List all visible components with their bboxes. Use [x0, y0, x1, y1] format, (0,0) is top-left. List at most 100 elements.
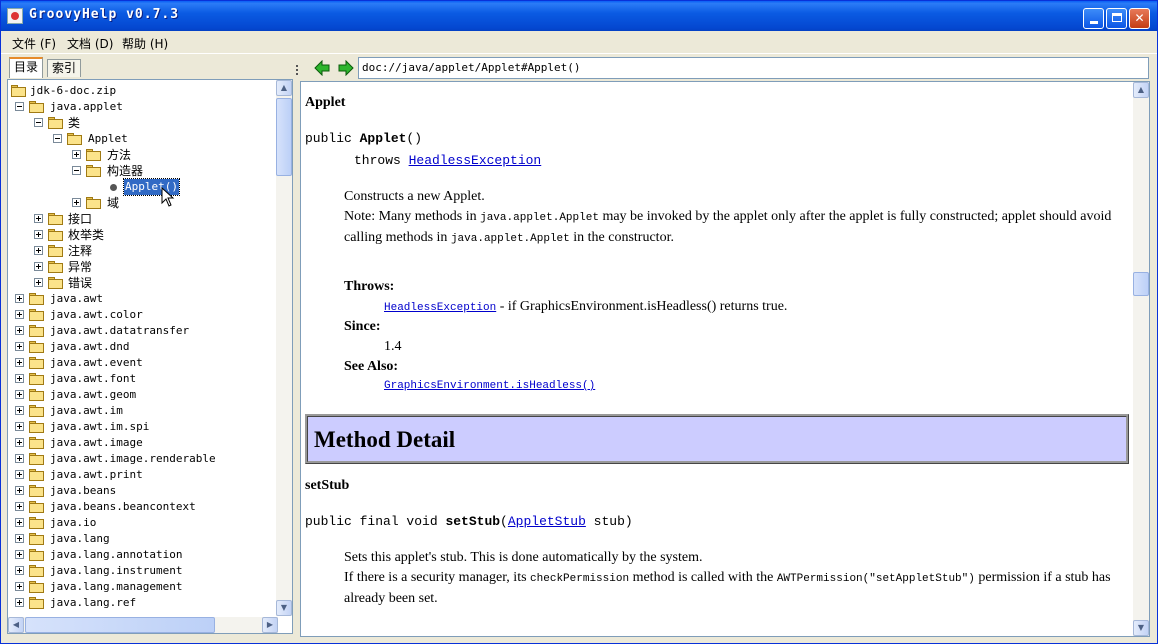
setstub-desc-2: If there is a security manager, its chec… — [344, 570, 1111, 586]
see-also-label: See Also: — [344, 359, 399, 374]
folder-icon — [29, 549, 45, 561]
desc-text: calling methods in — [344, 230, 451, 245]
tree-node-label: java.awt.print — [50, 468, 143, 481]
expand-icon[interactable] — [15, 566, 24, 575]
ctor-throws: throws HeadlessException — [354, 153, 541, 168]
expand-icon[interactable] — [15, 582, 24, 591]
desc-code: AWTPermission("setAppletStub") — [776, 573, 975, 585]
folder-icon — [29, 469, 45, 481]
scroll-thumb[interactable] — [276, 98, 292, 176]
leaf-bullet-icon — [110, 184, 117, 191]
expand-icon[interactable] — [15, 534, 24, 543]
folder-open-icon — [29, 101, 45, 113]
folder-icon — [29, 597, 45, 609]
setstub-desc-1: Sets this applet's stub. This is done au… — [344, 550, 703, 565]
expand-icon[interactable] — [15, 598, 24, 607]
expand-icon[interactable] — [15, 454, 24, 463]
expand-icon[interactable] — [34, 262, 43, 271]
splitter-grip-icon — [296, 65, 300, 75]
menu-help[interactable]: 帮助 (H) — [122, 35, 168, 52]
forward-button[interactable] — [338, 60, 354, 76]
menu-file[interactable]: 文件 (F) — [12, 35, 56, 52]
expand-icon[interactable] — [15, 358, 24, 367]
expand-icon[interactable] — [72, 198, 81, 207]
toc-tree[interactable]: jdk-6-doc.zip java.applet 类 Applet 方法 构造… — [8, 80, 278, 616]
tree-node-label: java.awt.font — [50, 372, 137, 385]
folder-icon — [29, 373, 45, 385]
doc-vertical-scrollbar[interactable]: ▲ ▼ — [1133, 82, 1149, 636]
tab-index[interactable]: 索引 — [47, 59, 82, 77]
title-bar[interactable]: GroovyHelp v0.7.3 ✕ — [1, 1, 1157, 31]
scroll-down-button[interactable]: ▼ — [276, 600, 292, 616]
tree-node-label: java.awt — [50, 292, 103, 305]
address-field[interactable]: doc://java/applet/Applet#Applet() — [358, 57, 1149, 79]
tab-contents[interactable]: 目录 — [9, 57, 44, 78]
tree-node-label: 注释 — [68, 244, 93, 258]
desc-text: method is called with the — [629, 570, 777, 585]
tree-node-label: Applet — [88, 132, 128, 145]
tree-vertical-scrollbar[interactable]: ▲ ▼ — [276, 80, 292, 616]
collapse-icon[interactable] — [53, 134, 62, 143]
menu-document[interactable]: 文档 (D) — [67, 35, 113, 52]
expand-icon[interactable] — [15, 310, 24, 319]
tree-node-label: java.beans — [50, 484, 117, 497]
desc-code: java.applet.Applet — [450, 233, 570, 245]
tree-node-label: java.applet — [50, 100, 123, 113]
expand-icon[interactable] — [15, 518, 24, 527]
expand-icon[interactable] — [15, 390, 24, 399]
scroll-left-button[interactable]: ◀ — [8, 617, 24, 633]
tree-node-label: 方法 — [107, 148, 132, 162]
close-button[interactable]: ✕ — [1129, 8, 1150, 29]
collapse-icon[interactable] — [72, 166, 81, 175]
scroll-down-button[interactable]: ▼ — [1133, 620, 1149, 636]
see-also-link[interactable]: GraphicsEnvironment.isHeadless() — [384, 380, 595, 392]
throws-prefix: throws — [354, 153, 409, 168]
tree-horizontal-scrollbar[interactable]: ◀ ▶ — [8, 617, 278, 633]
expand-icon[interactable] — [15, 406, 24, 415]
scroll-right-button[interactable]: ▶ — [262, 617, 278, 633]
headless-exception-link[interactable]: HeadlessException — [409, 153, 542, 168]
expand-icon[interactable] — [15, 294, 24, 303]
setstub-heading: setStub — [305, 478, 350, 493]
scroll-thumb[interactable] — [1133, 272, 1149, 296]
folder-icon — [86, 197, 102, 209]
window-title: GroovyHelp v0.7.3 — [29, 7, 180, 22]
maximize-button[interactable] — [1106, 8, 1127, 29]
folder-icon — [48, 213, 64, 225]
folder-icon — [29, 357, 45, 369]
back-button[interactable] — [314, 60, 330, 76]
expand-icon[interactable] — [15, 422, 24, 431]
scroll-up-button[interactable]: ▲ — [1133, 82, 1149, 98]
folder-open-icon — [11, 85, 27, 97]
collapse-icon[interactable] — [34, 118, 43, 127]
collapse-icon[interactable] — [15, 102, 24, 111]
expand-icon[interactable] — [15, 374, 24, 383]
sig-prefix: public final void — [305, 514, 446, 529]
ctor-signature: public Applet() — [305, 131, 422, 146]
expand-icon[interactable] — [34, 278, 43, 287]
expand-icon[interactable] — [15, 438, 24, 447]
expand-icon[interactable] — [15, 550, 24, 559]
expand-icon[interactable] — [15, 470, 24, 479]
expand-icon[interactable] — [15, 342, 24, 351]
expand-icon[interactable] — [15, 502, 24, 511]
expand-icon[interactable] — [15, 326, 24, 335]
ctor-desc-3: calling methods in java.applet.Applet in… — [344, 230, 674, 246]
tree-node-label: 错误 — [68, 276, 93, 290]
scroll-up-button[interactable]: ▲ — [276, 80, 292, 96]
method-detail-banner: Method Detail — [305, 414, 1129, 464]
headless-exception-detail-link[interactable]: HeadlessException — [384, 302, 496, 314]
minimize-button[interactable] — [1083, 8, 1104, 29]
expand-icon[interactable] — [15, 486, 24, 495]
expand-icon[interactable] — [34, 230, 43, 239]
maximize-icon — [1111, 13, 1122, 22]
expand-icon[interactable] — [72, 150, 81, 159]
expand-icon[interactable] — [34, 214, 43, 223]
desc-text: may be invoked by the applet only after … — [598, 209, 1112, 224]
document-viewer: Applet public Applet() throws HeadlessEx… — [300, 81, 1150, 637]
tree-node-label: java.awt.dnd — [50, 340, 130, 353]
tree-node-label: 类 — [68, 116, 81, 130]
scroll-thumb[interactable] — [25, 617, 215, 633]
expand-icon[interactable] — [34, 246, 43, 255]
appletstub-link[interactable]: AppletStub — [508, 514, 586, 529]
